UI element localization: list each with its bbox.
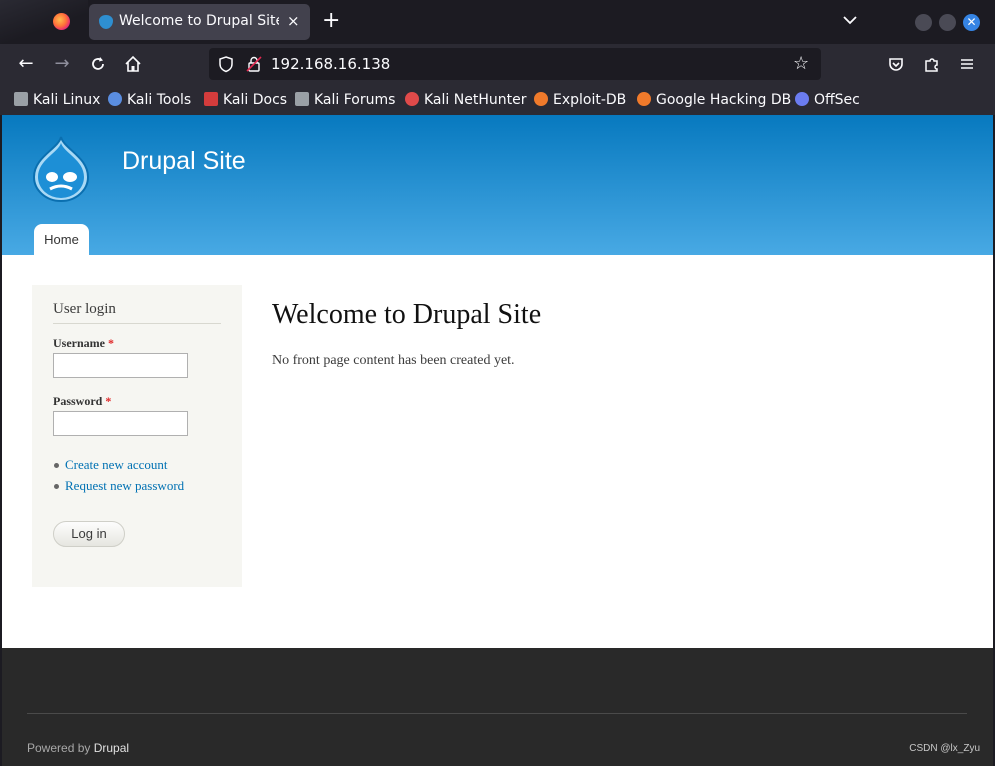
page-title: Welcome to Drupal Site [272,299,542,330]
site-header: Drupal Site Home [2,115,993,255]
list-all-tabs-icon[interactable] [842,12,858,28]
extensions-puzzle-icon[interactable] [922,54,942,74]
bookmarks-toolbar: Kali Linux Kali Tools Kali Docs Kali For… [0,84,995,115]
bookmark-exploit-db[interactable]: Exploit-DB [534,91,626,109]
username-label: Username * [53,336,114,351]
tabbar-background [0,0,88,44]
bookmark-kali-forums[interactable]: Kali Forums [295,91,395,109]
bookmark-label: Kali Tools [127,92,192,108]
bookmark-label: Exploit-DB [553,92,627,108]
create-account-link-text[interactable]: Create new account [65,457,168,472]
bookmark-kali-linux[interactable]: Kali Linux [14,91,100,109]
drupal-favicon-icon [99,15,113,29]
browser-tab-bar: Welcome to Drupal Site | Drupal Site × +… [0,0,995,44]
login-heading: User login [53,301,221,324]
list-bullet-icon [54,484,59,489]
password-label: Password * [53,394,111,409]
create-account-link[interactable]: Create new account [53,456,184,477]
powered-by-prefix: Powered by [27,741,91,755]
bookmark-label: Google Hacking DB [656,92,792,108]
kali-forums-icon [295,92,309,106]
request-password-link[interactable]: Request new password [53,477,184,498]
footer-divider [27,713,967,714]
user-login-block: User login Username * Password * Create … [32,285,242,587]
site-name[interactable]: Drupal Site [122,147,246,176]
tab-title: Welcome to Drupal Site | Drupal Site [119,13,279,29]
browser-nav-bar: ← → 192.168.16.138 ☆ [0,44,995,84]
bookmark-label: Kali Linux [33,92,101,108]
bookmark-label: Kali Docs [223,92,288,108]
reload-icon[interactable] [88,54,108,74]
hamburger-menu-icon[interactable] [957,54,977,74]
offsec-icon [795,92,809,106]
maximize-window-button[interactable] [939,14,956,31]
bookmark-google-hacking-db[interactable]: Google Hacking DB [637,91,791,109]
firefox-icon[interactable] [53,13,70,30]
kali-dragon-icon [14,92,28,106]
kali-tools-icon [108,92,122,106]
home-icon[interactable] [123,54,143,74]
bookmark-offsec[interactable]: OffSec [795,91,860,109]
ghdb-icon [637,92,651,106]
watermark-credit: CSDN @lx_Zyu [909,743,980,754]
close-window-button[interactable]: ✕ [963,14,980,31]
pocket-icon[interactable] [886,54,906,74]
nav-tab-home[interactable]: Home [34,224,89,255]
insecure-lock-icon[interactable] [245,55,263,73]
powered-by: Powered by Drupal [27,741,129,755]
drupal-logo-icon[interactable] [30,135,92,203]
username-label-text: Username [53,336,105,350]
password-label-text: Password [53,394,103,408]
site-footer: Powered by Drupal CSDN @lx_Zyu [2,648,993,766]
minimize-window-button[interactable] [915,14,932,31]
exploit-db-icon [534,92,548,106]
forward-arrow-icon[interactable]: → [52,54,72,74]
front-page-message: No front page content has been created y… [272,353,515,368]
back-arrow-icon[interactable]: ← [16,54,36,74]
new-tab-button[interactable]: + [322,9,340,33]
bookmark-label: Kali Forums [314,92,396,108]
bookmark-label: OffSec [814,92,860,108]
nethunter-icon [405,92,419,106]
url-text[interactable]: 192.168.16.138 [271,55,390,73]
required-marker: * [105,394,112,408]
login-button[interactable]: Log in [53,521,125,547]
bookmark-kali-tools[interactable]: Kali Tools [108,91,191,109]
list-bullet-icon [54,463,59,468]
password-input[interactable] [53,411,188,436]
bookmark-star-icon[interactable]: ☆ [793,53,809,74]
tab-close-button[interactable]: × [287,12,300,30]
username-input[interactable] [53,353,188,378]
drupal-link[interactable]: Drupal [94,741,129,755]
request-password-link-text[interactable]: Request new password [65,478,184,493]
bookmark-kali-nethunter[interactable]: Kali NetHunter [405,91,526,109]
kali-docs-icon [204,92,218,106]
web-page: Drupal Site Home User login Username * P… [2,115,993,766]
required-marker: * [107,336,114,350]
address-bar[interactable]: 192.168.16.138 ☆ [209,48,821,80]
bookmark-label: Kali NetHunter [424,92,527,108]
window-frame-left [0,115,2,766]
tracking-protection-shield-icon[interactable] [217,55,235,73]
browser-tab-active[interactable]: Welcome to Drupal Site | Drupal Site × [89,4,310,40]
login-links-list: Create new account Request new password [53,456,184,498]
bookmark-kali-docs[interactable]: Kali Docs [204,91,287,109]
